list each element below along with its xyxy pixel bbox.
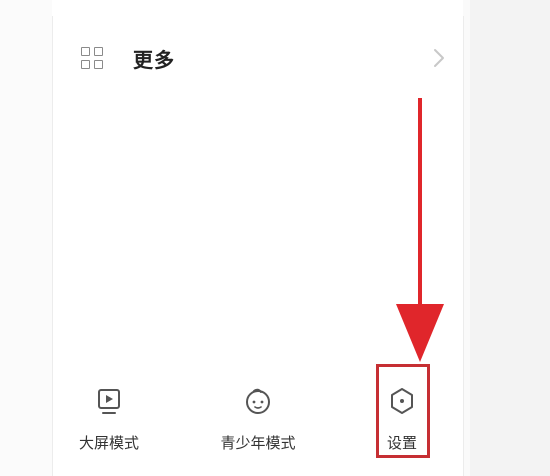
left-edge-background [0, 0, 52, 476]
big-screen-mode-label: 大屏模式 [78, 434, 139, 452]
red-annotation-arrow [396, 98, 444, 362]
big-screen-mode-button[interactable]: 大屏模式 [69, 384, 149, 453]
child-face-icon [246, 388, 270, 414]
teen-mode-button[interactable]: 青少年模式 [203, 384, 313, 453]
settings-highlight-box [376, 364, 430, 458]
grid-icon [81, 47, 103, 69]
screenshot-stage: 更多 大屏模式 青少年模式 设置 [0, 0, 550, 476]
right-background-strip [470, 0, 550, 476]
more-label: 更多 [133, 47, 175, 72]
teen-mode-label: 青少年模式 [220, 434, 296, 452]
right-edge-shadow [463, 0, 470, 476]
chevron-right-icon[interactable] [427, 44, 451, 72]
more-row[interactable]: 更多 [81, 40, 451, 76]
play-screen-icon [98, 389, 120, 414]
